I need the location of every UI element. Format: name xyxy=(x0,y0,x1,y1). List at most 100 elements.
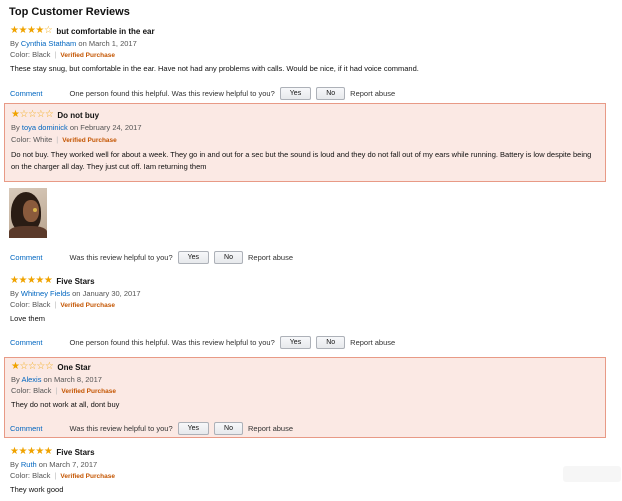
yes-button[interactable]: Yes xyxy=(279,336,312,349)
author-link[interactable]: Alexis xyxy=(21,375,41,384)
page-title: Top Customer Reviews xyxy=(9,6,130,18)
separator: | xyxy=(54,50,57,59)
review-header: ★★★★☆ but comfortable in the ear xyxy=(10,26,155,36)
comment-link[interactable]: Comment xyxy=(10,253,43,262)
report-abuse-link[interactable]: Report abuse xyxy=(350,338,395,347)
helpful-text: Was this review helpful to you? xyxy=(69,253,173,262)
review-body: They do not work at all, dont buy xyxy=(11,400,120,409)
star-empty-icon: ☆ xyxy=(43,25,53,36)
watermark-logo xyxy=(563,466,621,482)
helpful-text: One person found this helpful. Was this … xyxy=(69,338,275,347)
report-abuse-link[interactable]: Report abuse xyxy=(350,89,395,98)
review-date: on January 30, 2017 xyxy=(72,289,141,298)
by-label: By xyxy=(10,39,19,48)
review-title[interactable]: Five Stars xyxy=(56,448,94,457)
review-byline: By toya dominick on February 24, 2017 xyxy=(11,123,142,132)
review-title[interactable]: but comfortable in the ear xyxy=(56,27,154,36)
verified-badge: Verified Purchase xyxy=(60,302,115,309)
review-meta: Color: Black | Verified Purchase xyxy=(11,386,116,395)
review-date: on March 8, 2017 xyxy=(43,375,102,384)
review-header: ★★★★★ Five Stars xyxy=(10,276,95,286)
no-button[interactable]: No xyxy=(316,87,346,100)
verified-badge: Verified Purchase xyxy=(60,52,115,59)
comment-link[interactable]: Comment xyxy=(10,424,43,433)
review-body: They work good xyxy=(10,485,64,494)
review-actions: Comment One person found this helpful. W… xyxy=(10,87,395,100)
yes-button[interactable]: Yes xyxy=(177,422,210,435)
color-variant: Color: Black xyxy=(10,300,51,309)
separator: | xyxy=(54,300,57,309)
review-body: Do not buy. They worked well for about a… xyxy=(11,150,592,171)
author-link[interactable]: Whitney Fields xyxy=(21,289,70,298)
helpful-text: One person found this helpful. Was this … xyxy=(69,89,275,98)
review-body: Love them xyxy=(10,314,46,323)
review-title[interactable]: One Star xyxy=(57,363,90,372)
comment-link[interactable]: Comment xyxy=(10,338,43,347)
comment-link[interactable]: Comment xyxy=(10,89,43,98)
star-empty-icon: ☆ xyxy=(44,361,54,372)
verified-badge: Verified Purchase xyxy=(62,137,117,144)
author-link[interactable]: Cynthia Statham xyxy=(21,39,76,48)
star-rating-icon: ★☆☆☆☆ xyxy=(11,361,54,372)
review-meta: Color: Black | Verified Purchase xyxy=(10,471,115,480)
star-filled-icon: ★ xyxy=(35,275,44,286)
review-byline: By Ruth on March 7, 2017 xyxy=(10,460,97,469)
review-meta: Color: White | Verified Purchase xyxy=(11,135,117,144)
color-variant: Color: White xyxy=(11,135,53,144)
by-label: By xyxy=(10,460,19,469)
by-label: By xyxy=(11,375,20,384)
star-rating-icon: ★☆☆☆☆ xyxy=(11,109,54,120)
helpful-text: Was this review helpful to you? xyxy=(69,424,173,433)
yes-button[interactable]: Yes xyxy=(279,87,312,100)
star-empty-icon: ☆ xyxy=(36,109,45,120)
review-card: ★★★★★ Five Stars By Whitney Fields on Jan… xyxy=(4,276,606,326)
star-empty-icon: ☆ xyxy=(19,109,28,120)
star-filled-icon: ★ xyxy=(43,446,53,457)
review-byline: By Whitney Fields on January 30, 2017 xyxy=(10,289,141,298)
star-filled-icon: ★ xyxy=(35,446,44,457)
review-header: ★★★★★ Five Stars xyxy=(10,447,95,457)
star-empty-icon: ☆ xyxy=(36,361,45,372)
star-rating-icon: ★★★★★ xyxy=(10,446,53,457)
star-empty-icon: ☆ xyxy=(19,361,28,372)
review-meta: Color: Black | Verified Purchase xyxy=(10,300,115,309)
review-date: on March 1, 2017 xyxy=(78,39,137,48)
review-header: ★☆☆☆☆ One Star xyxy=(11,362,91,372)
no-button[interactable]: No xyxy=(214,422,243,435)
review-actions: Comment Was this review helpful to you? … xyxy=(10,251,293,264)
no-button[interactable]: No xyxy=(214,251,243,264)
report-abuse-link[interactable]: Report abuse xyxy=(248,424,293,433)
by-label: By xyxy=(10,289,19,298)
author-link[interactable]: Ruth xyxy=(21,460,37,469)
separator: | xyxy=(55,386,58,395)
yes-button[interactable]: Yes xyxy=(177,251,210,264)
by-label: By xyxy=(11,123,20,132)
report-abuse-link[interactable]: Report abuse xyxy=(248,253,293,262)
star-filled-icon: ★ xyxy=(18,446,27,457)
no-button[interactable]: No xyxy=(316,336,346,349)
review-actions: Comment Was this review helpful to you? … xyxy=(10,422,293,435)
author-link[interactable]: toya dominick xyxy=(22,123,68,132)
verified-badge: Verified Purchase xyxy=(60,473,115,480)
review-title[interactable]: Five Stars xyxy=(56,277,94,286)
review-card-highlighted: ★☆☆☆☆ Do not buy By toya dominick on Febr… xyxy=(4,103,606,182)
review-title[interactable]: Do not buy xyxy=(57,111,99,120)
review-byline: By Alexis on March 8, 2017 xyxy=(11,375,102,384)
star-rating-icon: ★★★★★ xyxy=(10,275,53,286)
review-meta: Color: Black | Verified Purchase xyxy=(10,50,115,59)
star-rating-icon: ★★★★☆ xyxy=(10,25,53,36)
star-filled-icon: ★ xyxy=(35,25,44,36)
star-empty-icon: ☆ xyxy=(44,109,54,120)
review-header: ★☆☆☆☆ Do not buy xyxy=(11,110,99,120)
review-actions: Comment One person found this helpful. W… xyxy=(10,336,395,349)
review-body: These stay snug, but comfortable in the … xyxy=(10,64,419,73)
review-date: on February 24, 2017 xyxy=(69,123,142,132)
review-card: ★★★★★ Five Stars By Ruth on March 7, 2017… xyxy=(4,447,606,497)
separator: | xyxy=(54,471,57,480)
customer-photo[interactable] xyxy=(9,188,47,238)
review-date: on March 7, 2017 xyxy=(38,460,98,469)
color-variant: Color: Black xyxy=(10,471,51,480)
star-filled-icon: ★ xyxy=(18,25,27,36)
review-byline: By Cynthia Statham on March 1, 2017 xyxy=(10,39,137,48)
star-filled-icon: ★ xyxy=(18,275,27,286)
